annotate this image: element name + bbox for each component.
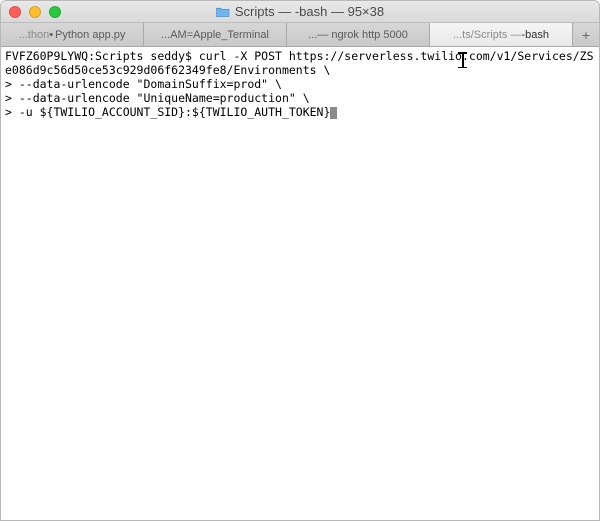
prompt: FVFZ60P9LYWQ:Scripts seddy$: [5, 49, 199, 63]
close-icon[interactable]: [9, 6, 21, 18]
tab-label-main: -bash: [521, 29, 549, 41]
tab-apple-terminal[interactable]: ...AM=Apple_Terminal: [144, 23, 287, 46]
dirty-indicator: •: [49, 29, 53, 41]
tab-label: ...— ngrok http 5000: [308, 29, 408, 41]
tab-label: ...AM=Apple_Terminal: [161, 29, 269, 41]
zoom-icon[interactable]: [49, 6, 61, 18]
terminal-window: Scripts — -bash — 95×38 ...thon • Python…: [0, 0, 600, 521]
command-line-4: > -u ${TWILIO_ACCOUNT_SID}:${TWILIO_AUTH…: [5, 105, 330, 119]
window-title: Scripts — -bash — 95×38: [1, 4, 599, 19]
new-tab-button[interactable]: +: [573, 23, 599, 46]
tab-bar: ...thon • Python app.py ...AM=Apple_Term…: [1, 23, 599, 47]
tab-bash-active[interactable]: ...ts/Scripts — -bash: [430, 23, 573, 46]
command-line-3: > --data-urlencode "UniqueName=productio…: [5, 91, 310, 105]
command-line-2: > --data-urlencode "DomainSuffix=prod" \: [5, 77, 282, 91]
titlebar[interactable]: Scripts — -bash — 95×38: [1, 1, 599, 23]
tab-ngrok[interactable]: ...— ngrok http 5000: [287, 23, 430, 46]
window-title-text: Scripts — -bash — 95×38: [235, 4, 384, 19]
tab-python-app[interactable]: ...thon • Python app.py: [1, 23, 144, 46]
minimize-icon[interactable]: [29, 6, 41, 18]
plus-icon: +: [582, 28, 590, 42]
traffic-lights: [1, 6, 61, 18]
tab-label-prefix: ...ts/Scripts —: [453, 29, 521, 41]
tab-label-main: Python app.py: [55, 29, 125, 41]
folder-icon: [216, 6, 230, 17]
terminal-body[interactable]: FVFZ60P9LYWQ:Scripts seddy$ curl -X POST…: [1, 47, 599, 520]
tab-label-prefix: ...thon: [19, 29, 50, 41]
terminal-cursor: [330, 107, 337, 119]
